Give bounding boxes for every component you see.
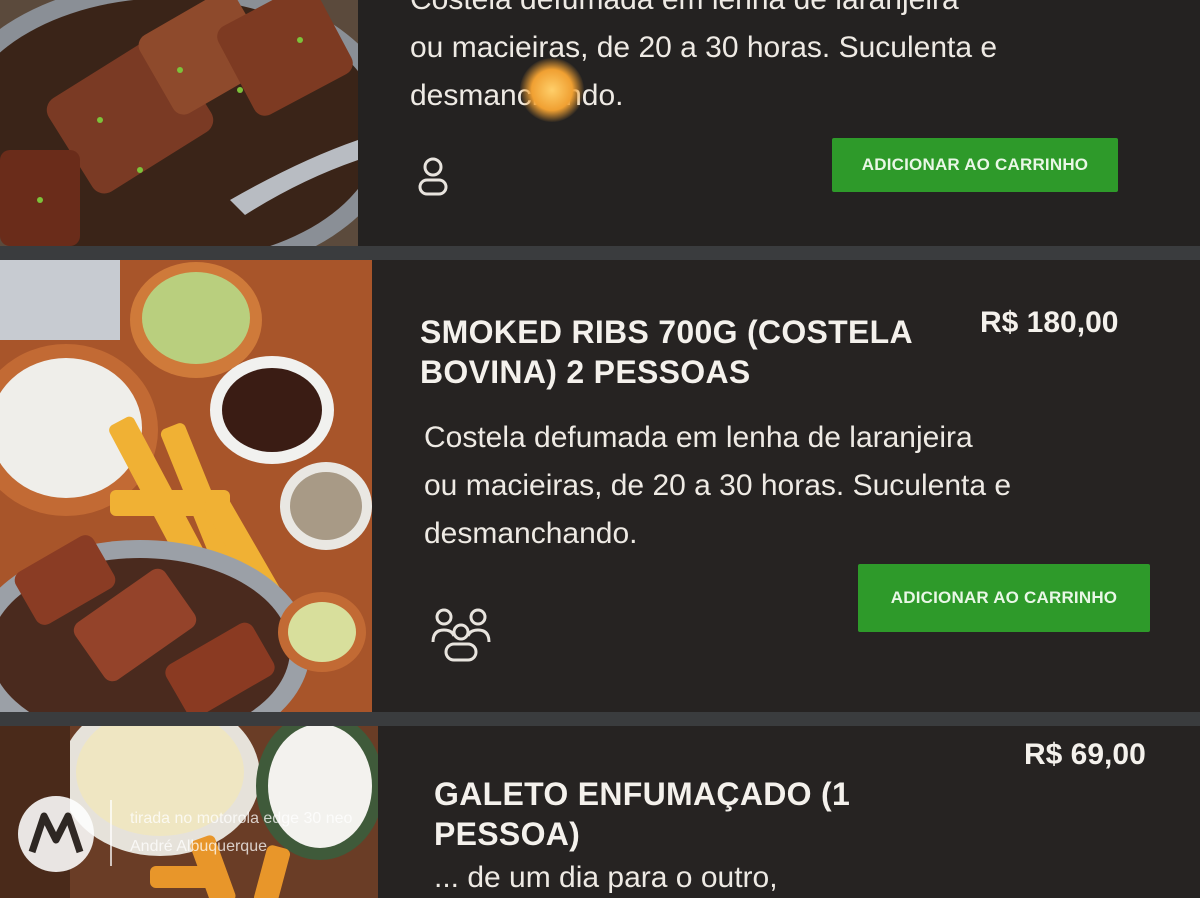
description-line: ou macieiras, de 20 a 30 horas. Suculent… bbox=[410, 31, 998, 64]
item-price: R$ 180,00 bbox=[980, 306, 1119, 339]
title-line: SMOKED RIBS 700G (COSTELA bbox=[420, 314, 913, 350]
item-price: R$ 69,00 bbox=[1024, 738, 1146, 771]
motorola-logo bbox=[18, 796, 94, 872]
menu-item-card-2: SMOKED RIBS 700G (COSTELA BOVINA) 2 PESS… bbox=[0, 260, 1200, 712]
smoked-ribs-platter-photo bbox=[0, 260, 372, 712]
description-line: desmanchando. bbox=[410, 79, 624, 112]
add-to-cart-button[interactable]: ADICIONAR AO CARRINHO bbox=[832, 138, 1118, 192]
watermark-device-text: tirada no motorola edge 30 neo bbox=[130, 810, 353, 827]
light-glare bbox=[520, 58, 584, 122]
title-line: GALETO ENFUMAÇADO (1 bbox=[434, 776, 851, 812]
camera-watermark: tirada no motorola edge 30 neo André Alb… bbox=[18, 796, 438, 880]
watermark-author-text: André Albuquerque bbox=[130, 838, 267, 855]
description-line: ou macieiras, de 20 a 30 horas. Suculent… bbox=[424, 469, 1012, 502]
ribs-photo bbox=[0, 0, 358, 246]
item-title: SMOKED RIBS 700G (COSTELA BOVINA) 2 PESS… bbox=[420, 312, 960, 392]
group-people-icon bbox=[431, 608, 491, 662]
menu-item-card-1: Costela defumada em lenha de laranjeira … bbox=[0, 0, 1200, 246]
item-title: GALETO ENFUMAÇADO (1 PESSOA) bbox=[434, 774, 954, 854]
description-line: desmanchando. bbox=[424, 517, 638, 550]
title-line: PESSOA) bbox=[434, 816, 581, 852]
add-to-cart-button[interactable]: ADICIONAR AO CARRINHO bbox=[858, 564, 1150, 632]
watermark-separator bbox=[110, 800, 112, 866]
item-description: Costela defumada em lenha de laranjeira … bbox=[410, 0, 997, 120]
item-description: Costela defumada em lenha de laranjeira … bbox=[424, 414, 1011, 558]
description-line: Costela defumada em lenha de laranjeira bbox=[410, 0, 997, 24]
title-line: BOVINA) 2 PESSOAS bbox=[420, 354, 751, 390]
description-line: ... de um dia para o outro, bbox=[434, 861, 778, 894]
item-description: ... de um dia para o outro, bbox=[434, 854, 778, 898]
card-divider bbox=[0, 246, 1200, 260]
card-divider bbox=[0, 712, 1200, 726]
single-person-icon bbox=[418, 157, 448, 196]
description-line: Costela defumada em lenha de laranjeira bbox=[424, 421, 973, 454]
